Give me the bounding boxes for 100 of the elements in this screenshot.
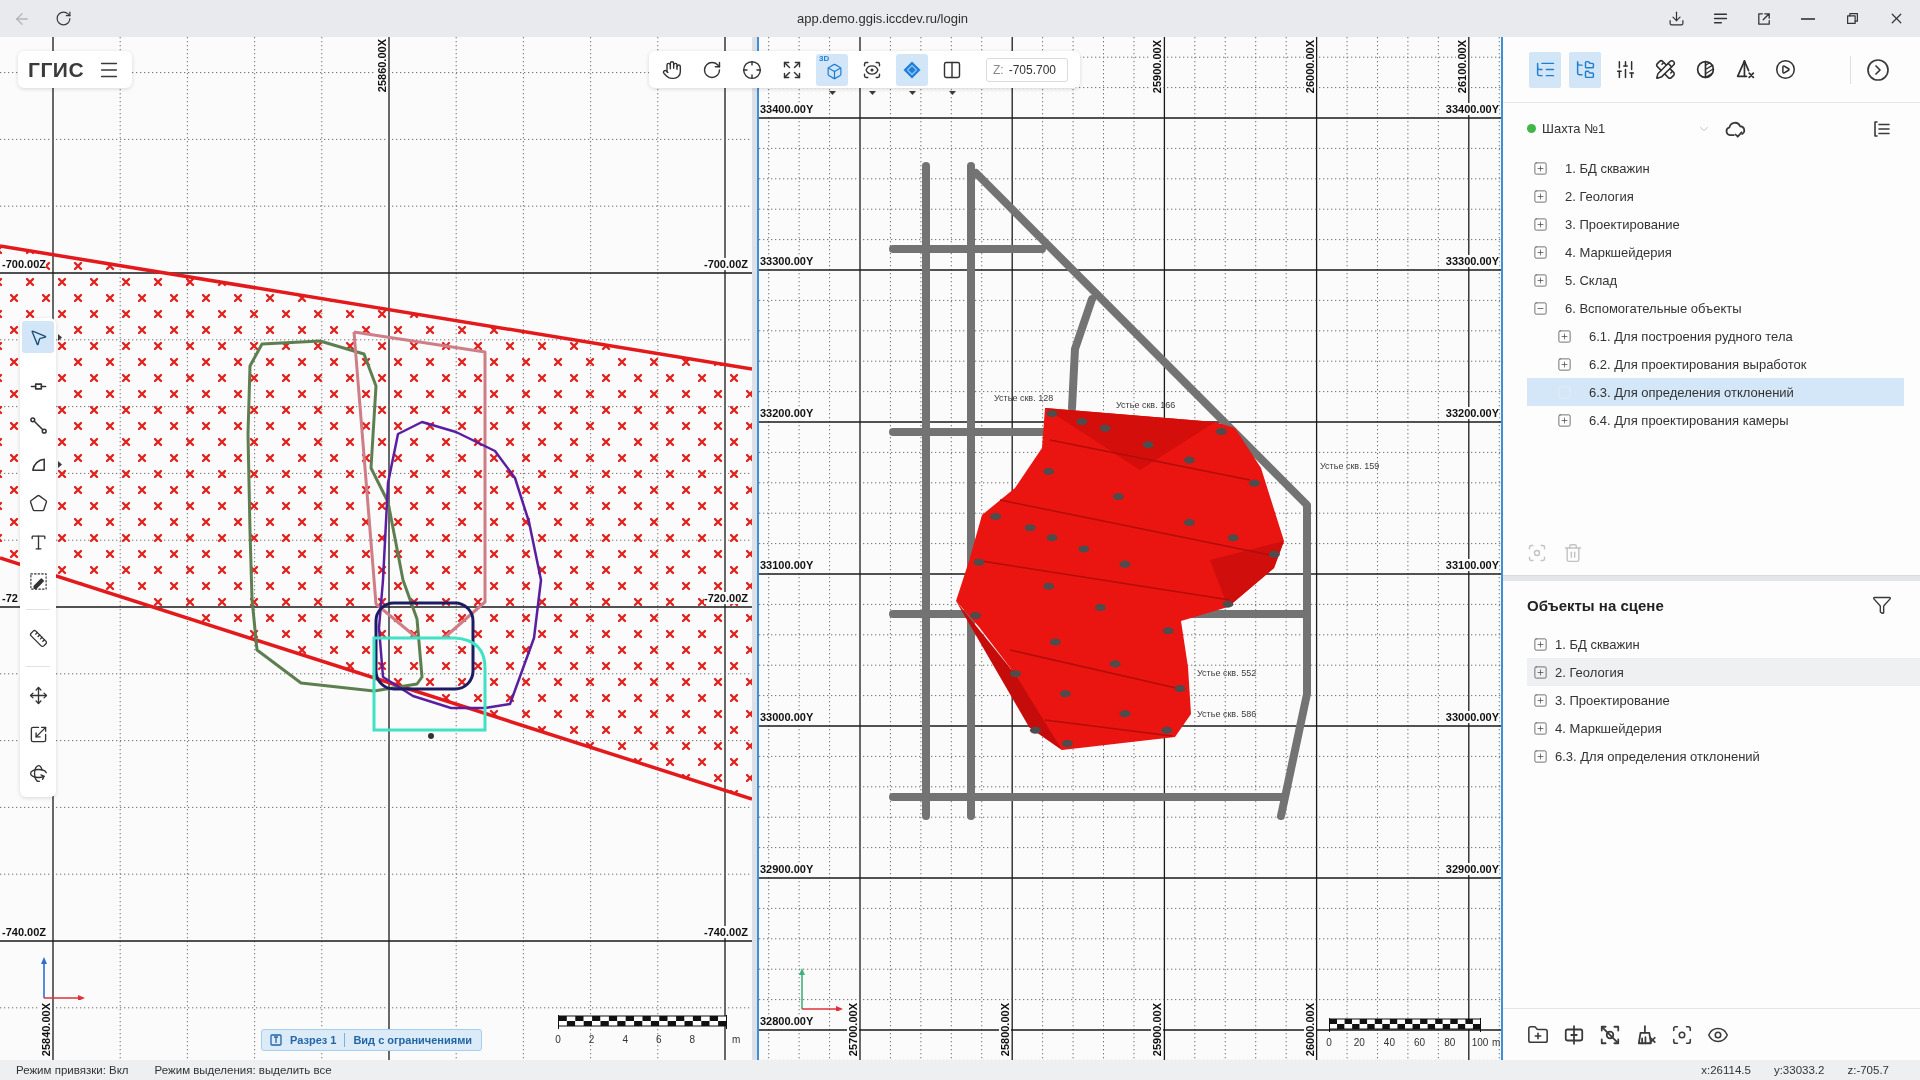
borehole-marker <box>1119 560 1131 568</box>
plus-box-icon[interactable] <box>1533 216 1548 232</box>
collapse-panel-button[interactable] <box>1866 57 1890 82</box>
plus-box-icon[interactable] <box>1533 692 1548 708</box>
scale-label: 4 <box>622 1034 628 1045</box>
plus-box-icon[interactable] <box>1533 272 1548 288</box>
borehole-marker <box>1215 428 1227 436</box>
field-label: Z: <box>993 62 1004 77</box>
focus-button[interactable] <box>1671 1023 1693 1046</box>
borehole-marker <box>1029 726 1041 734</box>
expand-icon <box>782 59 802 80</box>
select-tool-button[interactable] <box>22 321 54 353</box>
axis-label: -72 <box>2 592 18 604</box>
plus-box-icon[interactable] <box>1533 244 1548 260</box>
tree-item[interactable]: 5. Склад <box>1527 266 1904 294</box>
scale-label: 20 <box>1353 1037 1365 1048</box>
axes-icon <box>798 967 844 1011</box>
borehole-marker <box>1183 519 1195 526</box>
borehole-marker <box>1046 410 1058 418</box>
project-select[interactable]: Шахта №1 <box>1527 115 1713 142</box>
plus-box-icon[interactable] <box>1533 636 1548 652</box>
tree-item[interactable]: 6.2. Для проектирования выработок <box>1527 350 1904 378</box>
list-icon[interactable] <box>1872 118 1892 139</box>
scale-label: 0 <box>555 1034 561 1045</box>
axis-label: 33300.00Y <box>760 255 814 267</box>
plus-box-icon[interactable] <box>1533 720 1548 736</box>
borehole-marker <box>1161 726 1173 734</box>
tree-item[interactable]: 2. Геология <box>1527 182 1904 210</box>
scene-item[interactable]: 4. Маркшейдерия <box>1527 714 1920 742</box>
borehole-marker <box>1227 534 1239 542</box>
axis-label: 33100.00Y <box>1445 559 1499 571</box>
folder-tree-icon <box>1574 59 1596 80</box>
borehole-marker <box>1043 467 1055 475</box>
caret-icon[interactable] <box>58 334 62 341</box>
plus-box-icon[interactable] <box>1533 748 1548 764</box>
scene-item[interactable]: 2. Геология <box>1527 658 1920 686</box>
section-icon <box>270 1034 282 1046</box>
tree-item[interactable]: 3. Проектирование <box>1527 210 1904 238</box>
scene-item[interactable]: 6.3. Для определения отклонений <box>1527 742 1920 770</box>
plus-box-icon[interactable] <box>1557 356 1572 372</box>
scale-unit: m <box>1492 1037 1501 1048</box>
scale-label: 80 <box>1444 1037 1456 1048</box>
tree-item[interactable]: 6. Вспомогательные объекты <box>1527 294 1904 322</box>
axis-label: -700.00Z <box>2 258 47 270</box>
axis-label: -720.00Z <box>703 592 748 604</box>
filter-icon <box>1872 595 1892 615</box>
caret-icon[interactable] <box>58 461 62 468</box>
borehole-marker <box>1109 660 1121 668</box>
clear-button[interactable] <box>1635 1023 1657 1046</box>
plus-box-icon[interactable] <box>1533 188 1548 204</box>
scene-item[interactable]: 1. БД скважин <box>1527 630 1920 658</box>
filter-button[interactable] <box>1872 595 1892 615</box>
segment-icon <box>28 415 48 435</box>
tree-item[interactable]: 6.3. Для определения отклонений <box>1527 378 1904 406</box>
tree-item[interactable]: 4. Маркшейдерия <box>1527 238 1904 266</box>
caret-icon[interactable] <box>949 90 956 95</box>
coordinate-text: z:-705.7 <box>1847 1064 1889 1076</box>
layers-tab[interactable] <box>1529 51 1561 88</box>
caret-icon[interactable] <box>869 90 876 95</box>
plus-box-icon[interactable] <box>1533 664 1548 680</box>
scene-tab[interactable] <box>1569 51 1601 88</box>
borehole-marker <box>990 513 1002 521</box>
split-button[interactable] <box>1563 1023 1585 1046</box>
tree-item[interactable]: 1. БД скважин <box>1527 154 1904 182</box>
folder-plus-icon <box>1527 1023 1549 1046</box>
hand-icon <box>662 59 682 80</box>
tree-item[interactable]: 6.1. Для построения рудного тела <box>1527 322 1904 350</box>
axis-label: 25840.00X <box>40 1002 52 1056</box>
borehole-marker <box>1061 740 1073 748</box>
axis-label: 25900.00X <box>1151 1002 1164 1056</box>
axis-label: 32900.00Y <box>760 863 814 875</box>
add-folder-button[interactable] <box>1527 1023 1549 1046</box>
section-link[interactable]: Разрез 1 <box>290 1034 337 1046</box>
axis-label: 33300.00Y <box>1445 255 1499 267</box>
tree-item[interactable]: 6.4. Для проектирования камеры <box>1527 406 1904 434</box>
pencil-select-icon <box>28 571 48 591</box>
minus-box-icon[interactable] <box>1533 300 1548 316</box>
axis-label: 25860.00X <box>376 39 388 93</box>
plus-box-icon[interactable] <box>1557 412 1572 428</box>
section-title: Объекты на сцене <box>1527 596 1664 614</box>
borehole-marker <box>1222 600 1234 608</box>
borehole-marker <box>1076 418 1088 426</box>
snap-button[interactable] <box>896 53 928 86</box>
scale-label: 100 <box>1471 1037 1489 1048</box>
view-mode-link[interactable]: Вид с ограничениями <box>353 1034 473 1046</box>
pencil-ruler-icon <box>1654 59 1676 80</box>
text-icon <box>28 532 48 552</box>
scale-label: 8 <box>689 1034 696 1045</box>
caret-icon[interactable] <box>829 90 836 95</box>
unfocus-button[interactable] <box>1599 1023 1621 1046</box>
plus-box-icon[interactable] <box>1557 328 1572 344</box>
ruler-icon <box>28 628 48 648</box>
split-view-icon <box>942 59 962 80</box>
z-field[interactable]: Z: -705.700 <box>986 57 1068 82</box>
plus-box-icon[interactable] <box>1533 160 1548 176</box>
caret-icon[interactable] <box>909 90 916 95</box>
address-text[interactable]: app.demo.ggis.iccdev.ru/login <box>797 11 969 26</box>
scene-item[interactable]: 3. Проектирование <box>1527 686 1920 714</box>
download-icon <box>1667 10 1685 27</box>
broom-x-icon <box>1635 1023 1657 1046</box>
